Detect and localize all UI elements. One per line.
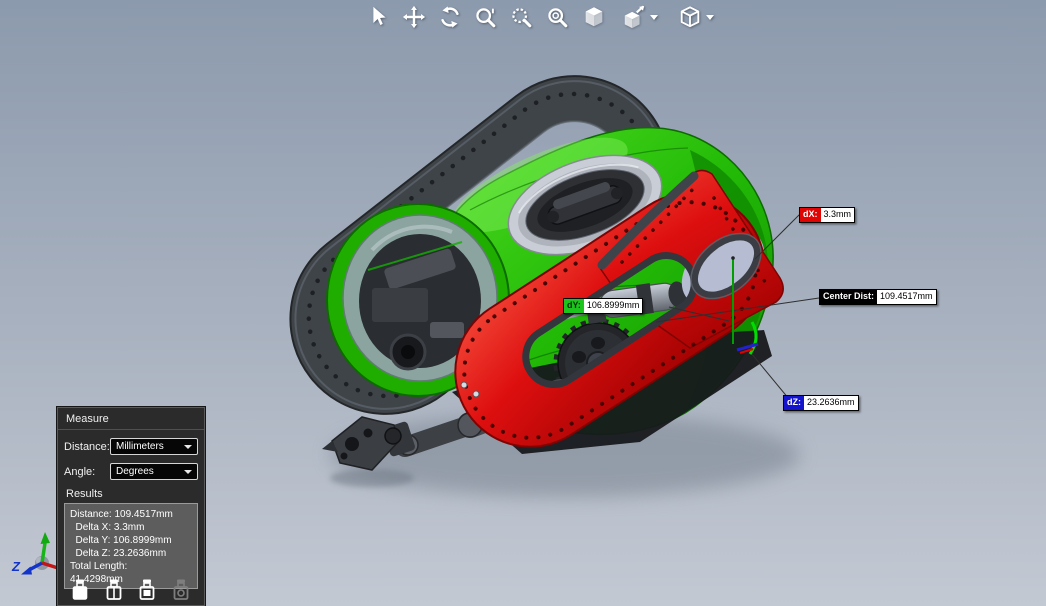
chevron-down-icon [184, 470, 192, 474]
display-style-cube-icon [678, 4, 702, 30]
view-orientation-cube-icon [622, 4, 646, 30]
callout-dz-tag: dZ: [784, 396, 804, 410]
pan-tool-button[interactable] [402, 4, 426, 30]
callout-dy-value: 106.8999mm [584, 299, 643, 313]
measure-edge-button[interactable] [103, 577, 125, 602]
callout-dz-value: 23.2636mm [804, 396, 858, 410]
zoom-tool-button[interactable] [546, 4, 570, 30]
measure-face-button[interactable] [137, 577, 159, 602]
result-delta-z: Delta Z: 23.2636mm [70, 547, 192, 560]
edrawings-viewport[interactable]: dX: 3.3mm Center Dist: 109.4517mm dZ: 23… [0, 0, 1046, 606]
measure-point-cube-icon [70, 578, 91, 602]
select-tool-button[interactable] [366, 4, 390, 30]
measure-edge-cube-icon [104, 578, 125, 602]
results-label: Results [66, 488, 198, 500]
callout-center-distance[interactable]: Center Dist: 109.4517mm [819, 289, 937, 305]
rotate-tool-button[interactable] [438, 4, 462, 30]
distance-units-value: Millimeters [116, 441, 184, 452]
callout-dx-value: 3.3mm [821, 208, 855, 222]
measure-snapshot-button [170, 577, 192, 602]
shaded-cube-icon [582, 4, 606, 30]
measure-face-cube-icon [137, 578, 158, 602]
angle-units-value: Degrees [116, 466, 184, 477]
distance-label: Distance: [64, 441, 110, 453]
display-style-dropdown-caret[interactable] [706, 15, 714, 20]
zoom-area-tool-button[interactable] [510, 4, 534, 30]
callout-center-tag: Center Dist: [820, 290, 877, 304]
view-toolbar [366, 2, 728, 32]
measure-snapshot-cube-icon [171, 578, 192, 602]
callout-delta-y[interactable]: dY: 106.8999mm [563, 298, 643, 314]
result-delta-y: Delta Y: 106.8999mm [70, 534, 192, 547]
measure-panel: Measure Distance: Millimeters Angle: Deg… [57, 407, 205, 606]
display-style-button[interactable] [678, 4, 702, 30]
shaded-view-button[interactable] [582, 4, 606, 30]
select-cursor-icon [366, 4, 390, 30]
callout-dx-tag: dX: [800, 208, 821, 222]
pan-move-icon [402, 4, 426, 30]
view-orientation-dropdown-caret[interactable] [650, 15, 658, 20]
measure-panel-title: Measure [58, 408, 204, 429]
result-total-length-label: Total Length: [70, 560, 192, 573]
result-delta-x: Delta X: 3.3mm [70, 521, 192, 534]
measure-point-button[interactable] [70, 577, 92, 602]
callout-center-value: 109.4517mm [877, 290, 936, 304]
view-orientation-button[interactable] [622, 4, 646, 30]
callout-delta-z[interactable]: dZ: 23.2636mm [783, 395, 859, 411]
distance-units-select[interactable]: Millimeters [110, 438, 198, 455]
z-axis-label: Z [11, 559, 21, 574]
zoom-area-icon [510, 4, 534, 30]
rotate-icon [438, 4, 462, 30]
result-distance: Distance: 109.4517mm [70, 508, 192, 521]
angle-units-select[interactable]: Degrees [110, 463, 198, 480]
zoom-to-fit-icon [474, 4, 498, 30]
measure-mode-buttons [58, 577, 204, 602]
chevron-down-icon [184, 445, 192, 449]
zoom-icon [546, 4, 570, 30]
panel-separator [58, 429, 204, 430]
angle-label: Angle: [64, 466, 110, 478]
callout-delta-x[interactable]: dX: 3.3mm [799, 207, 855, 223]
callout-dy-tag: dY: [564, 299, 584, 313]
zoom-fit-tool-button[interactable] [474, 4, 498, 30]
